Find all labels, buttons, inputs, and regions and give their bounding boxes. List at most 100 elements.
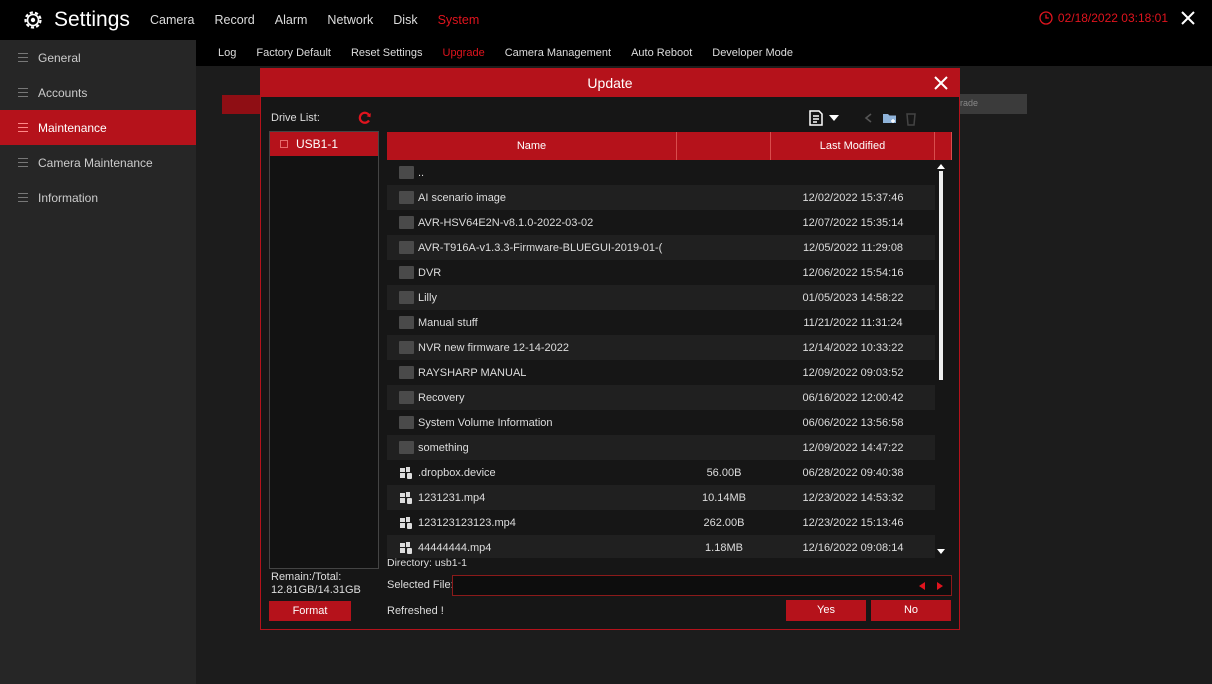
file-modified: 12/05/2022 11:29:08 <box>802 241 904 254</box>
menu-record[interactable]: Record <box>214 13 254 27</box>
tab-upgrade[interactable]: Upgrade <box>443 47 485 59</box>
clock-icon <box>1039 11 1053 25</box>
no-button[interactable]: No <box>871 600 951 621</box>
folder-icon <box>399 341 414 354</box>
close-icon[interactable] <box>933 75 949 91</box>
clock-text: 02/18/2022 03:18:01 <box>1057 11 1168 25</box>
folder-icon <box>399 241 414 254</box>
tab-developer-mode[interactable]: Developer Mode <box>712 47 793 59</box>
folder-icon <box>399 291 414 304</box>
clock: 02/18/2022 03:18:01 <box>1039 11 1168 25</box>
selected-file-label: Selected File: <box>387 579 454 591</box>
tab-factory-default[interactable]: Factory Default <box>256 47 331 59</box>
file-modified: 12/14/2022 10:33:22 <box>802 341 904 354</box>
table-row[interactable]: 123123123123.mp4 262.00B 12/23/2022 15:13:… <box>387 510 935 535</box>
folder-icon <box>399 266 414 279</box>
format-button[interactable]: Format <box>269 601 351 621</box>
table-row[interactable]: Manual stuff 11/21/2022 11:31:24 <box>387 310 935 335</box>
sidebar-item-information[interactable]: Information <box>0 180 196 215</box>
file-modified: 12/02/2022 15:37:46 <box>802 191 904 204</box>
tab-log[interactable]: Log <box>218 47 236 59</box>
back-icon[interactable] <box>862 111 876 125</box>
column-last-modified[interactable]: Last Modified <box>771 132 935 160</box>
table-row[interactable]: AVR-HSV64E2N-v8.1.0-2022-03-02 12/07/2022… <box>387 210 935 235</box>
table-row[interactable]: 44444444.mp4 1.18MB 12/16/2022 09:08:14 <box>387 535 935 558</box>
table-row[interactable]: .. <box>387 160 935 185</box>
menu-network[interactable]: Network <box>327 13 373 27</box>
app-title: Settings <box>22 8 146 32</box>
table-row[interactable]: NVR new firmware 12-14-2022 12/14/2022 10… <box>387 335 935 360</box>
file-name-cell: DVR <box>387 266 677 279</box>
scroll-down-icon[interactable] <box>935 548 947 556</box>
close-icon[interactable] <box>1178 8 1198 28</box>
tab-auto-reboot[interactable]: Auto Reboot <box>631 47 692 59</box>
file-size: 262.00B <box>703 516 745 529</box>
sidebar-item-general[interactable]: General <box>0 40 196 75</box>
table-row[interactable]: Recovery 06/16/2022 12:00:42 <box>387 385 935 410</box>
table-row[interactable]: .dropbox.device 56.00B 06/28/2022 09:40:38 <box>387 460 935 485</box>
sidebar: General Accounts Maintenance Camera Main… <box>0 40 196 684</box>
file-name: Recovery <box>418 391 465 404</box>
usb-drive-icon <box>280 140 288 148</box>
table-header: Name Last Modified <box>387 132 952 160</box>
file-name-cell: AVR-T916A-v1.3.3-Firmware-BLUEGUI-2019-0… <box>387 241 677 254</box>
tab-reset-settings[interactable]: Reset Settings <box>351 47 423 59</box>
table-row[interactable]: something 12/09/2022 14:47:22 <box>387 435 935 460</box>
table-row[interactable]: DVR 12/06/2022 15:54:16 <box>387 260 935 285</box>
scroll-thumb[interactable] <box>939 171 943 380</box>
remain-label: Remain:/Total: <box>271 571 342 583</box>
table-row[interactable]: System Volume Information 06/06/2022 13:5… <box>387 410 935 435</box>
file-name: .dropbox.device <box>418 466 496 479</box>
list-icon <box>18 88 28 97</box>
file-name: 123123123123.mp4 <box>418 516 516 529</box>
drive-item-usb[interactable]: USB1-1 <box>270 132 378 156</box>
update-dialog: Update Drive List: USB1-1 Remain:/Total:… <box>260 68 960 630</box>
table-row[interactable]: 1231231.mp4 10.14MB 12/23/2022 14:53:32 <box>387 485 935 510</box>
menu-alarm[interactable]: Alarm <box>275 13 308 27</box>
arrow-right-icon[interactable] <box>935 581 945 591</box>
file-name-cell: System Volume Information <box>387 416 677 429</box>
file-name-cell: AI scenario image <box>387 191 677 204</box>
refresh-icon[interactable] <box>358 111 372 125</box>
yes-button[interactable]: Yes <box>786 600 866 621</box>
file-name: DVR <box>418 266 442 279</box>
file-size: 56.00B <box>706 466 742 479</box>
sidebar-item-camera-maintenance[interactable]: Camera Maintenance <box>0 145 196 180</box>
column-size[interactable] <box>677 132 771 160</box>
directory-path: Directory: usb1-1 <box>387 557 467 569</box>
file-modified: 12/07/2022 15:35:14 <box>802 216 904 229</box>
file-name: Manual stuff <box>418 316 478 329</box>
table-row[interactable]: AI scenario image 12/02/2022 15:37:46 <box>387 185 935 210</box>
chevron-down-icon[interactable] <box>828 112 840 124</box>
arrow-left-icon[interactable] <box>917 581 927 591</box>
file-modified: 12/16/2022 09:08:14 <box>802 541 904 554</box>
drive-item-label: USB1-1 <box>296 137 339 151</box>
scroll-up-icon[interactable] <box>935 162 947 170</box>
sidebar-item-maintenance[interactable]: Maintenance <box>0 110 196 145</box>
column-name[interactable]: Name <box>387 132 677 160</box>
scrollbar[interactable] <box>935 160 952 558</box>
file-name-cell: .. <box>387 166 677 179</box>
file-icon <box>400 517 412 529</box>
menu-camera[interactable]: Camera <box>150 13 194 27</box>
selected-file-input[interactable] <box>452 575 952 596</box>
table-row[interactable]: AVR-T916A-v1.3.3-Firmware-BLUEGUI-2019-0… <box>387 235 935 260</box>
file-toolbar <box>807 108 918 128</box>
new-folder-icon[interactable] <box>882 111 898 125</box>
menu-disk[interactable]: Disk <box>393 13 417 27</box>
sidebar-item-accounts[interactable]: Accounts <box>0 75 196 110</box>
table-row[interactable]: RAYSHARP MANUAL 12/09/2022 09:03:52 <box>387 360 935 385</box>
settings-screen: Settings Camera Record Alarm Network Dis… <box>0 0 1212 684</box>
file-name: AVR-T916A-v1.3.3-Firmware-BLUEGUI-2019-0… <box>418 241 663 254</box>
sidebar-item-label: General <box>38 50 81 65</box>
file-name: 1231231.mp4 <box>418 491 486 504</box>
file-name-cell: AVR-HSV64E2N-v8.1.0-2022-03-02 <box>387 216 677 229</box>
menu-system[interactable]: System <box>438 13 480 27</box>
table-row[interactable]: Lilly 01/05/2023 14:58:22 <box>387 285 935 310</box>
folder-icon <box>399 191 414 204</box>
tab-camera-management[interactable]: Camera Management <box>505 47 611 59</box>
file-type-filter-icon[interactable] <box>807 109 825 127</box>
background-upgrade-button[interactable]: rade <box>955 94 1027 114</box>
dialog-header: Update <box>261 69 959 97</box>
delete-icon[interactable] <box>904 110 918 126</box>
